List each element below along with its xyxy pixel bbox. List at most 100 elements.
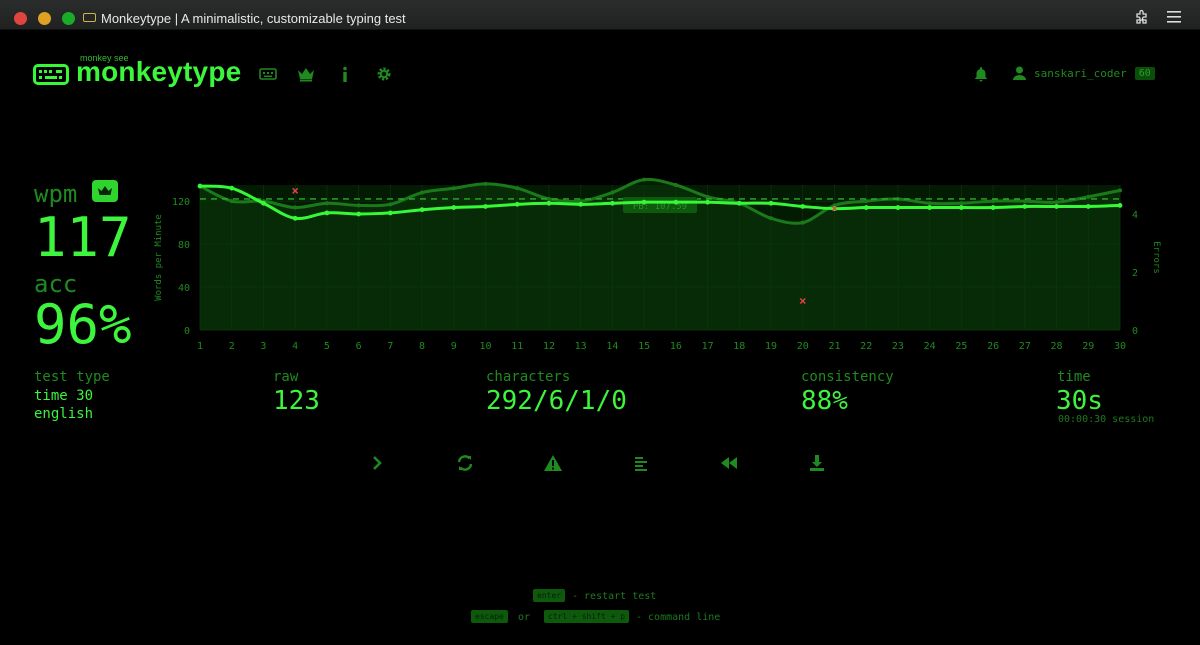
x-tick-label: 30 bbox=[1114, 341, 1126, 352]
x-tick-label: 26 bbox=[987, 341, 999, 352]
x-tick-label: 14 bbox=[606, 341, 618, 352]
wpm-series-point bbox=[1022, 204, 1028, 209]
raw-series-point bbox=[800, 220, 805, 225]
ctrl-shift-p-key-badge: ctrl + shift + p bbox=[544, 610, 630, 623]
level-badge: 60 bbox=[1134, 66, 1155, 80]
raw-series-point bbox=[356, 203, 361, 208]
x-tick-label: 20 bbox=[797, 341, 809, 352]
window-title: Monkeytype | A minimalistic, customizabl… bbox=[101, 11, 406, 26]
wpm-series-point bbox=[292, 215, 298, 221]
wpm-chart[interactable]: 1 2 3 4 5 6 7 8 9 10 11 12 13 14 15 16 17 18 19 20 21 22 23 24 2… bbox=[150, 175, 1170, 360]
y2-tick-label: 4 bbox=[1132, 210, 1138, 221]
x-tick-label: 29 bbox=[1082, 341, 1094, 352]
keyboard-favicon-icon bbox=[83, 13, 96, 22]
info-icon[interactable] bbox=[336, 66, 354, 82]
raw-series-point bbox=[959, 201, 964, 206]
raw-series-point bbox=[673, 183, 678, 187]
escape-key-badge: escape bbox=[471, 610, 508, 623]
raw-series-point bbox=[1118, 188, 1122, 193]
x-tick-label: 5 bbox=[324, 341, 330, 352]
keyboard-icon[interactable] bbox=[259, 66, 277, 82]
wpm-series-point bbox=[483, 204, 488, 209]
enter-key-badge: enter bbox=[533, 589, 566, 602]
wpm-series-point bbox=[705, 199, 710, 205]
username: sanskari_coder bbox=[1034, 66, 1127, 80]
wpm-series-point bbox=[800, 204, 806, 209]
wpm-series-point bbox=[863, 205, 869, 210]
raw-series-point bbox=[388, 202, 393, 207]
personal-best-crown-icon bbox=[92, 180, 118, 202]
test-type-mode: time 30 bbox=[34, 388, 94, 404]
y-tick-label: 120 bbox=[172, 197, 190, 208]
raw-series-point bbox=[769, 216, 774, 221]
raw-series-point bbox=[515, 186, 520, 191]
notifications-bell-icon[interactable] bbox=[973, 66, 989, 82]
close-window-button[interactable] bbox=[14, 12, 27, 25]
x-tick-label: 7 bbox=[387, 341, 393, 352]
y-tick-label: 40 bbox=[178, 283, 190, 294]
wpm-series-point bbox=[546, 200, 552, 206]
time-value: 30s bbox=[1056, 386, 1103, 416]
x-tick-label: 16 bbox=[670, 341, 682, 352]
x-tick-label: 28 bbox=[1051, 341, 1063, 352]
wpm-series-point bbox=[451, 205, 457, 210]
wpm-series-point bbox=[895, 205, 901, 210]
restart-sync-icon[interactable] bbox=[455, 453, 475, 473]
account-menu[interactable]: sanskari_coder 60 bbox=[1013, 66, 1155, 80]
minimize-window-button[interactable] bbox=[38, 12, 51, 25]
words-history-align-left-icon[interactable] bbox=[631, 453, 651, 473]
consistency-label: consistency bbox=[801, 369, 894, 385]
wpm-series-point bbox=[419, 207, 425, 213]
next-test-chevron-icon[interactable] bbox=[367, 453, 387, 473]
menu-icon[interactable] bbox=[1167, 11, 1181, 23]
settings-gear-icon[interactable] bbox=[375, 66, 393, 82]
raw-series-point bbox=[642, 177, 647, 182]
extensions-icon[interactable] bbox=[1134, 9, 1150, 25]
raw-series-point bbox=[927, 201, 932, 206]
raw-series-point bbox=[546, 196, 551, 201]
x-tick-label: 27 bbox=[1019, 341, 1031, 352]
crown-icon[interactable] bbox=[297, 66, 315, 82]
save-screenshot-download-icon[interactable] bbox=[807, 453, 827, 473]
wpm-series-point bbox=[927, 205, 933, 210]
consistency-value: 88% bbox=[801, 386, 848, 416]
wpm-series-point bbox=[514, 201, 520, 207]
y2-tick-label: 0 bbox=[1132, 326, 1138, 337]
zoom-window-button[interactable] bbox=[62, 12, 75, 25]
test-type-language: english bbox=[34, 406, 94, 422]
x-tick-label: 24 bbox=[924, 341, 936, 352]
y2-tick-label: 2 bbox=[1132, 268, 1138, 279]
x-tick-label: 13 bbox=[575, 341, 587, 352]
x-tick-label: 4 bbox=[292, 341, 298, 352]
wpm-series-point bbox=[736, 200, 742, 206]
wpm-series-point bbox=[324, 210, 330, 216]
accuracy-value: 96% bbox=[34, 293, 132, 356]
wpm-label: wpm bbox=[34, 180, 78, 208]
raw-series-point bbox=[705, 194, 710, 199]
x-tick-label: 21 bbox=[828, 341, 840, 352]
or-text: or bbox=[518, 612, 531, 623]
characters-label: characters bbox=[486, 369, 571, 385]
x-tick-label: 11 bbox=[511, 341, 523, 352]
warning-triangle-icon[interactable] bbox=[543, 453, 563, 473]
wpm-value: 117 bbox=[34, 206, 132, 269]
raw-series-point bbox=[1022, 199, 1027, 204]
x-tick-label: 18 bbox=[733, 341, 745, 352]
x-tick-label: 9 bbox=[451, 341, 457, 352]
test-type-label: test type bbox=[34, 369, 110, 385]
command-line-hint: - command line bbox=[636, 612, 721, 623]
x-tick-label: 12 bbox=[543, 341, 555, 352]
y-tick-label: 80 bbox=[178, 240, 190, 251]
replay-backward-icon[interactable] bbox=[719, 453, 739, 473]
wpm-series-point bbox=[1117, 203, 1123, 208]
wpm-series-point bbox=[1085, 204, 1091, 209]
x-tick-label: 15 bbox=[638, 341, 650, 352]
session-time: 00:00:30 session bbox=[1058, 414, 1155, 425]
wpm-series-point bbox=[641, 199, 647, 205]
raw-series-point bbox=[229, 199, 234, 204]
x-tick-label: 25 bbox=[955, 341, 967, 352]
logo-keyboard-icon bbox=[33, 64, 69, 85]
window-titlebar: Monkeytype | A minimalistic, customizabl… bbox=[0, 0, 1200, 30]
y2-axis-title: Errors bbox=[1151, 241, 1161, 274]
raw-series-point bbox=[1054, 200, 1059, 205]
